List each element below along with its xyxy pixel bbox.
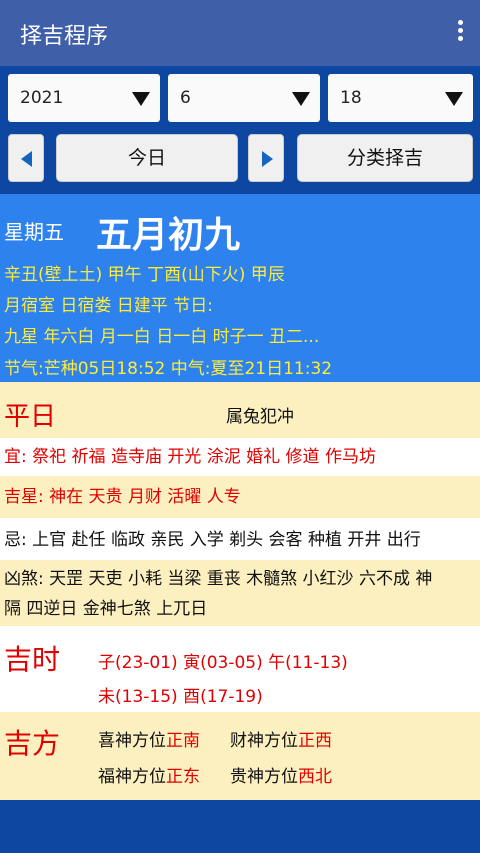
bottom-area: [0, 800, 480, 853]
avoid-text: 忌: 上官 赴任 临政 亲民 入学 剃头 会客 种植 开井 出行: [4, 530, 421, 550]
day-officer: 平日: [4, 402, 57, 432]
year-value: 2021: [20, 88, 64, 108]
joy-god-value: 正南: [166, 731, 200, 751]
noble-god-value: 西北: [298, 767, 332, 787]
day-officer-row: 平日 属兔犯冲: [0, 382, 480, 438]
avoid-row: 忌: 上官 赴任 临政 亲民 入学 剃头 会客 种植 开井 出行: [0, 518, 480, 560]
suitable-row: 宜: 祭祀 祈福 造寺庙 开光 涂泥 婚礼 修道 作马坊: [0, 438, 480, 476]
date-toolbar: 2021 6 18 今日 分类择吉: [0, 66, 480, 194]
lucky-hours-line1: 子(23-01) 寅(03-05) 午(11-13): [98, 653, 348, 673]
chevron-right-icon: [262, 151, 273, 167]
chevron-left-icon: [21, 151, 32, 167]
month-value: 6: [180, 88, 191, 108]
ganzhi-line: 辛丑(壁上土) 甲午 丁酉(山下火) 甲辰: [4, 265, 285, 285]
mansion-line: 月宿室 日宿娄 日建平 节日:: [4, 296, 213, 316]
day-select[interactable]: 18: [328, 74, 473, 122]
joy-god-key: 喜神方位: [98, 731, 166, 751]
fortune-god-key: 福神方位: [98, 767, 166, 787]
wealth-god-key: 财神方位: [230, 731, 298, 751]
today-button[interactable]: 今日: [56, 134, 238, 182]
solar-terms-line: 节气:芒种05日18:52 中气:夏至21日11:32: [4, 359, 333, 379]
lucky-direction-label: 吉方: [4, 727, 61, 760]
noble-god-key: 贵神方位: [230, 767, 298, 787]
fortune-god-value: 正东: [166, 767, 200, 787]
lucky-hours-line2: 未(13-15) 酉(17-19): [98, 687, 263, 707]
month-select[interactable]: 6: [168, 74, 320, 122]
year-select[interactable]: 2021: [8, 74, 160, 122]
clash-text: 属兔犯冲: [226, 407, 294, 427]
lucky-hours-row: 吉时 子(23-01) 寅(03-05) 午(11-13) 未(13-15) 酉…: [0, 626, 480, 712]
details-panel: 平日 属兔犯冲 宜: 祭祀 祈福 造寺庙 开光 涂泥 婚礼 修道 作马坊 吉星:…: [0, 382, 480, 800]
lucky-direction-row: 吉方 喜神方位正南 财神方位正西 福神方位正东 贵神方位西北: [0, 712, 480, 800]
suitable-text: 宜: 祭祀 祈福 造寺庙 开光 涂泥 婚礼 修道 作马坊: [4, 447, 376, 467]
more-vert-icon[interactable]: [454, 20, 466, 46]
lucky-hours-label: 吉时: [4, 643, 61, 676]
evil-text-line2: 隔 四逆日 金神七煞 上兀日: [4, 599, 208, 619]
dropdown-arrow-icon: [132, 92, 150, 106]
fortune-god-direction: 福神方位正东: [98, 762, 200, 787]
category-select-button[interactable]: 分类择吉: [297, 134, 473, 182]
day-value: 18: [340, 88, 362, 108]
wealth-god-direction: 财神方位正西: [230, 726, 332, 751]
lucky-stars-text: 吉星: 神在 天贵 月财 活曜 人专: [4, 487, 241, 507]
joy-god-direction: 喜神方位正南: [98, 726, 200, 751]
previous-day-button[interactable]: [8, 134, 44, 182]
dropdown-arrow-icon: [445, 92, 463, 106]
wealth-god-value: 正西: [298, 731, 332, 751]
app-bar: 择吉程序: [0, 0, 480, 66]
dropdown-arrow-icon: [292, 92, 310, 106]
next-day-button[interactable]: [248, 134, 284, 182]
nine-star-line: 九星 年六白 月一白 日一白 时子一 丑二...: [4, 327, 320, 347]
date-info-panel: 星期五 五月初九 辛丑(壁上土) 甲午 丁酉(山下火) 甲辰 月宿室 日宿娄 日…: [0, 194, 480, 382]
app-title: 择吉程序: [20, 24, 109, 49]
lucky-stars-row: 吉星: 神在 天贵 月财 活曜 人专: [0, 476, 480, 518]
weekday: 星期五: [4, 220, 64, 244]
evil-row: 凶煞: 天罡 天吏 小耗 当梁 重丧 木髓煞 小红沙 六不成 神 隔 四逆日 金…: [0, 560, 480, 626]
evil-text-line1: 凶煞: 天罡 天吏 小耗 当梁 重丧 木髓煞 小红沙 六不成 神: [4, 569, 433, 589]
noble-god-direction: 贵神方位西北: [230, 762, 332, 787]
lunar-date: 五月初九: [96, 215, 241, 256]
